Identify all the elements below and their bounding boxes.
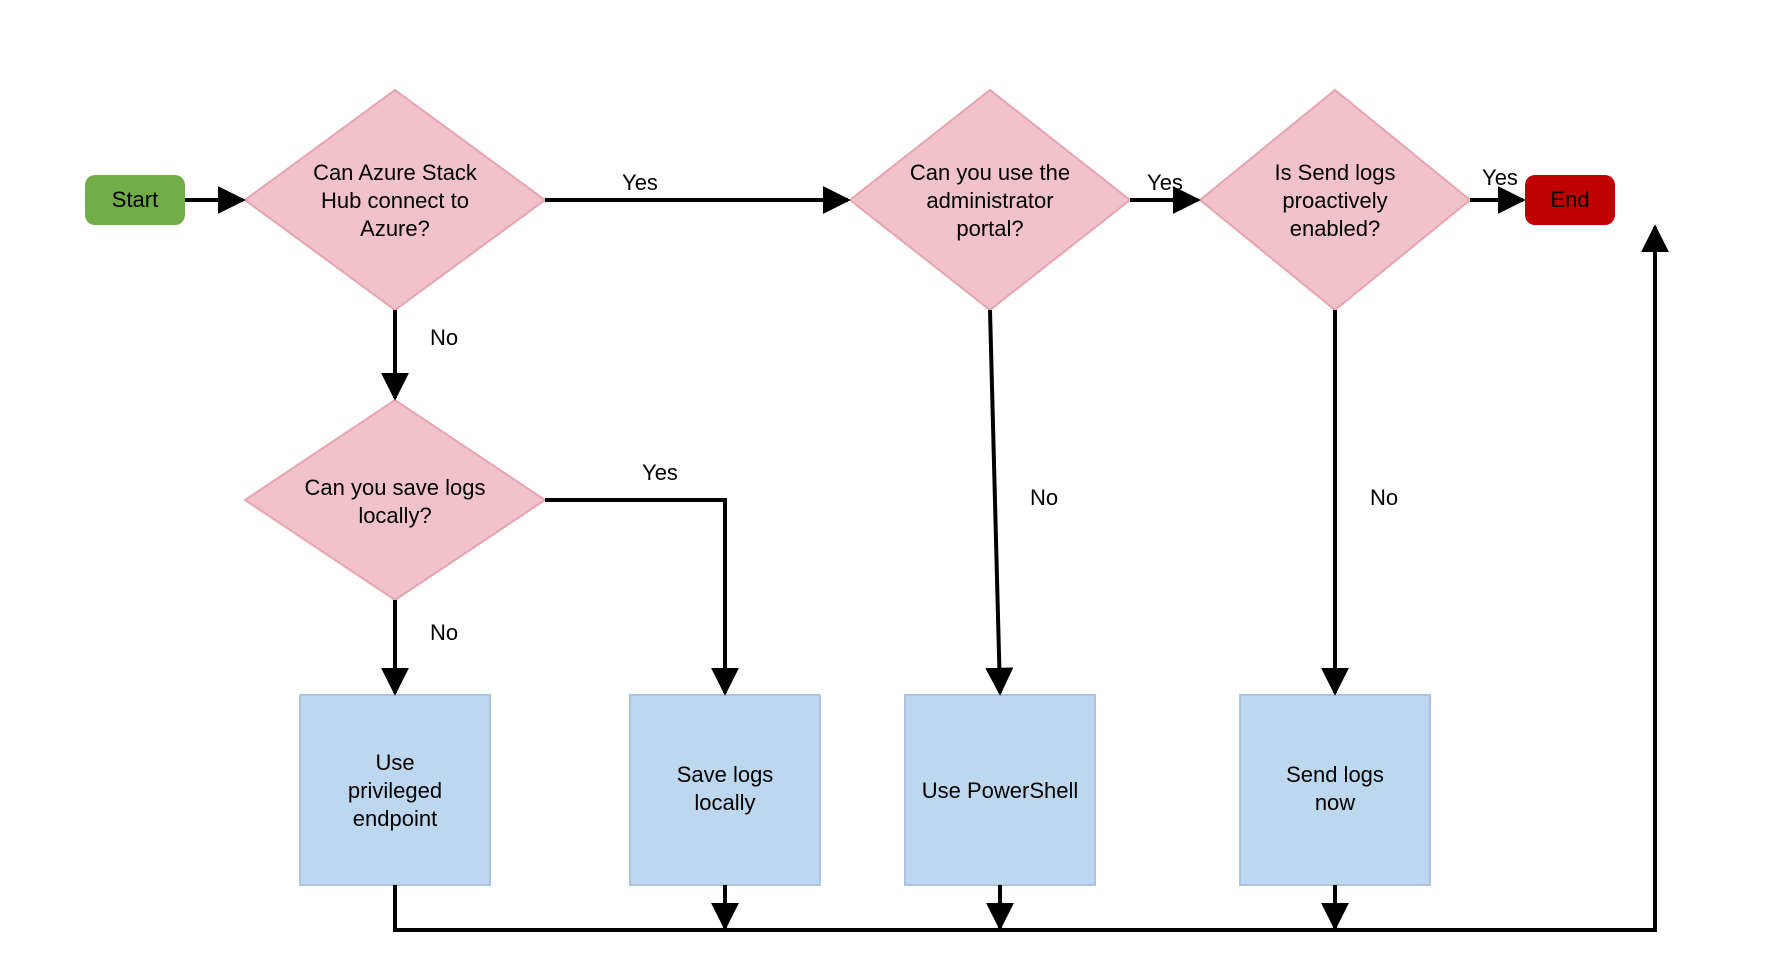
start-label: Start bbox=[112, 187, 158, 212]
edge-d4-no-label: No bbox=[1370, 485, 1398, 510]
edge-d3-yes-label: Yes bbox=[1147, 170, 1183, 195]
svg-text:Hub connect to: Hub connect to bbox=[321, 188, 469, 213]
flowchart: Start End Can Azure Stack Hub connect to… bbox=[0, 0, 1782, 962]
svg-text:administrator: administrator bbox=[926, 188, 1053, 213]
svg-text:Save logs: Save logs bbox=[677, 762, 774, 787]
svg-text:Send logs: Send logs bbox=[1286, 762, 1384, 787]
decision-azure-connect: Can Azure Stack Hub connect to Azure? bbox=[245, 90, 545, 310]
edge-d1-yes-label: Yes bbox=[622, 170, 658, 195]
svg-text:Can you save logs: Can you save logs bbox=[305, 475, 486, 500]
start-node: Start bbox=[85, 175, 185, 225]
svg-text:Use PowerShell: Use PowerShell bbox=[922, 778, 1079, 803]
edge-d4-yes-label: Yes bbox=[1482, 165, 1518, 190]
edge-d2-yes-label: Yes bbox=[642, 460, 678, 485]
svg-text:Use: Use bbox=[375, 750, 414, 775]
svg-text:Is Send logs: Is Send logs bbox=[1274, 160, 1395, 185]
process-privileged-endpoint: Use privileged endpoint bbox=[300, 695, 490, 885]
process-save-locally: Save logs locally bbox=[630, 695, 820, 885]
svg-text:locally: locally bbox=[694, 790, 755, 815]
decision-save-locally: Can you save logs locally? bbox=[245, 400, 545, 600]
edge-d1-no-label: No bbox=[430, 325, 458, 350]
svg-text:Can you use the: Can you use the bbox=[910, 160, 1070, 185]
edge-d2-yes bbox=[545, 500, 725, 693]
svg-text:now: now bbox=[1315, 790, 1355, 815]
svg-text:proactively: proactively bbox=[1282, 188, 1387, 213]
edge-d2-no-label: No bbox=[430, 620, 458, 645]
svg-text:locally?: locally? bbox=[358, 503, 431, 528]
edge-d3-no-label: No bbox=[1030, 485, 1058, 510]
svg-text:portal?: portal? bbox=[956, 216, 1023, 241]
svg-text:privileged: privileged bbox=[348, 778, 442, 803]
svg-text:endpoint: endpoint bbox=[353, 806, 437, 831]
decision-proactive-enabled: Is Send logs proactively enabled? bbox=[1200, 90, 1470, 310]
end-node: End bbox=[1525, 175, 1615, 225]
svg-text:Can Azure Stack: Can Azure Stack bbox=[313, 160, 478, 185]
edge-d3-no bbox=[990, 310, 1000, 693]
svg-text:Azure?: Azure? bbox=[360, 216, 430, 241]
end-label: End bbox=[1550, 187, 1589, 212]
decision-admin-portal: Can you use the administrator portal? bbox=[850, 90, 1130, 310]
svg-text:enabled?: enabled? bbox=[1290, 216, 1381, 241]
process-send-logs-now: Send logs now bbox=[1240, 695, 1430, 885]
process-powershell: Use PowerShell bbox=[905, 695, 1095, 885]
